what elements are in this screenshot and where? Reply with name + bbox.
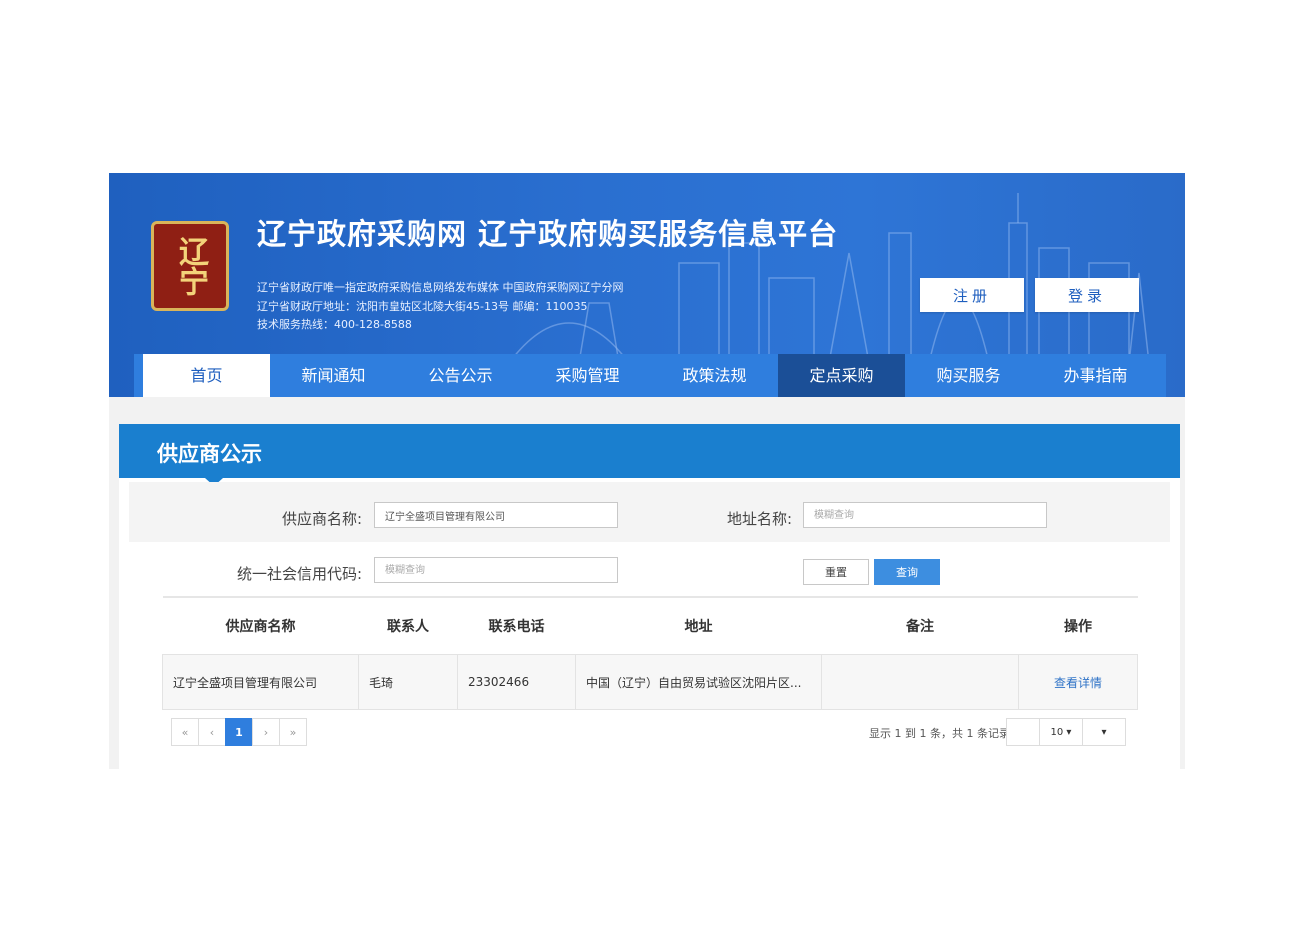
cell-phone: 23302466	[457, 654, 576, 710]
query-button[interactable]: 查询	[874, 559, 940, 585]
nav-item-designated-procurement[interactable]: 定点采购	[778, 354, 905, 397]
panel-header: 供应商公示	[119, 424, 1180, 486]
next-page-button[interactable]: ›	[252, 718, 280, 746]
nav-item-home[interactable]: 首页	[143, 354, 270, 397]
nav-item-purchase-services[interactable]: 购买服务	[905, 354, 1032, 397]
nav-item-guide[interactable]: 办事指南	[1032, 354, 1159, 397]
address-label: 地址名称:	[726, 510, 792, 528]
page-size-value[interactable]: 10 ▾	[1039, 718, 1083, 746]
page-size-spacer	[1006, 718, 1040, 746]
page-frame: 辽宁 辽宁政府采购网 辽宁政府购买服务信息平台 辽宁省财政厅唯一指定政府采购信息…	[109, 173, 1185, 769]
address-input[interactable]	[803, 502, 1047, 528]
nav-item-procurement-management[interactable]: 采购管理	[524, 354, 651, 397]
prev-page-button[interactable]: ‹	[198, 718, 226, 746]
cell-address: 中国（辽宁）自由贸易试验区沈阳片区...	[575, 654, 822, 710]
page-size-selector[interactable]: 10 ▾ ▾	[1006, 718, 1126, 746]
nav-item-announcements[interactable]: 公告公示	[397, 354, 524, 397]
nav-item-news[interactable]: 新闻通知	[270, 354, 397, 397]
pagination-summary: 显示 1 到 1 条，共 1 条记录	[869, 727, 1010, 740]
supplier-panel: 供应商公示 供应商名称: 地址名称: 统一社会信用代码: 重置 查询 供应商名称…	[119, 424, 1180, 769]
table-header-row: 供应商名称 联系人 联系电话 地址 备注 操作	[162, 596, 1138, 655]
last-page-button[interactable]: »	[279, 718, 307, 746]
nav-item-policies[interactable]: 政策法规	[651, 354, 778, 397]
view-details-link[interactable]: 查看详情	[1018, 654, 1138, 710]
cell-contact: 毛琦	[358, 654, 458, 710]
supplier-table: 供应商名称 联系人 联系电话 地址 备注 操作 辽宁全盛项目管理有限公司 毛琦 …	[162, 596, 1138, 710]
column-header-contact: 联系人	[358, 596, 458, 655]
supplier-name-label: 供应商名称:	[281, 510, 362, 528]
info-line-hotline: 技术服务热线：400-128-8588	[257, 318, 412, 331]
logo-text: 辽宁	[173, 236, 208, 296]
login-button[interactable]: 登录	[1035, 278, 1139, 312]
cell-remark	[821, 654, 1019, 710]
column-header-phone: 联系电话	[457, 596, 576, 655]
column-header-address: 地址	[575, 596, 822, 655]
column-header-action: 操作	[1018, 596, 1138, 655]
info-line-media: 辽宁省财政厅唯一指定政府采购信息网络发布媒体 中国政府采购网辽宁分网	[257, 281, 624, 294]
info-line-address: 辽宁省财政厅地址：沈阳市皇姑区北陵大街45-13号 邮编：110035	[257, 300, 588, 313]
credit-code-label: 统一社会信用代码:	[236, 565, 362, 583]
page-1-button[interactable]: 1	[225, 718, 253, 746]
reset-button[interactable]: 重置	[803, 559, 869, 585]
credit-code-input[interactable]	[374, 557, 618, 583]
pagination: « ‹ 1 › »	[171, 718, 307, 746]
column-header-supplier-name: 供应商名称	[162, 596, 359, 655]
register-button[interactable]: 注册	[920, 278, 1024, 312]
table-row: 辽宁全盛项目管理有限公司 毛琦 23302466 中国（辽宁）自由贸易试验区沈阳…	[162, 654, 1138, 710]
site-title: 辽宁政府采购网 辽宁政府购买服务信息平台	[257, 217, 839, 251]
supplier-name-input[interactable]	[374, 502, 618, 528]
column-header-remark: 备注	[821, 596, 1019, 655]
main-nav: 首页 新闻通知 公告公示 采购管理 政策法规 定点采购 购买服务 办事指南	[134, 354, 1166, 397]
site-logo[interactable]: 辽宁	[151, 221, 229, 311]
header-banner: 辽宁 辽宁政府采购网 辽宁政府购买服务信息平台 辽宁省财政厅唯一指定政府采购信息…	[109, 173, 1185, 397]
cell-supplier-name: 辽宁全盛项目管理有限公司	[162, 654, 359, 710]
first-page-button[interactable]: «	[171, 718, 199, 746]
page-size-dropdown-caret-icon[interactable]: ▾	[1082, 718, 1126, 746]
panel-title: 供应商公示	[157, 442, 262, 466]
